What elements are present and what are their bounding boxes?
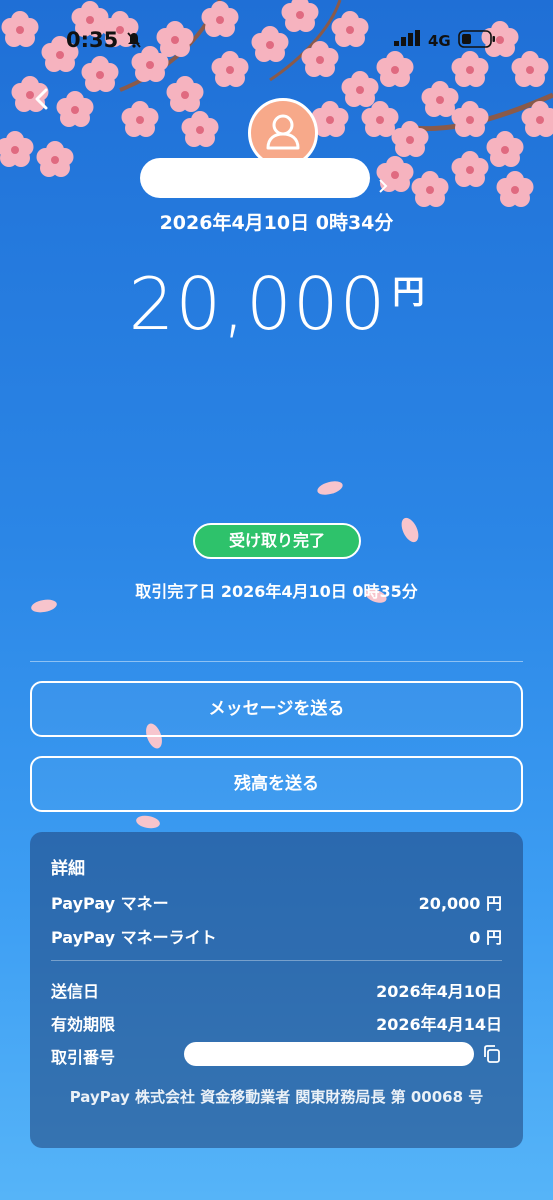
paypay-money-label: PayPay マネー: [51, 894, 169, 913]
paypay-money-lite-value: 0 円: [469, 928, 502, 947]
sent-date-label: 送信日: [51, 982, 100, 1001]
sent-date-row: 送信日 2026年4月10日: [51, 978, 502, 1001]
details-title: 詳細: [51, 859, 85, 879]
redacted-transaction-id: [184, 1042, 474, 1066]
avatar-person-icon: [266, 114, 300, 150]
back-chevron-icon[interactable]: [34, 88, 50, 110]
send-balance-button[interactable]: 残高を送る: [30, 756, 523, 812]
expiry-label: 有効期限: [51, 1015, 116, 1034]
send-message-button[interactable]: メッセージを送る: [30, 681, 523, 737]
divider: [30, 661, 523, 662]
paypay-money-value: 20,000 円: [418, 894, 502, 913]
details-card: 詳細 PayPay マネー 20,000 円 PayPay マネーライト 0 円…: [30, 832, 523, 1148]
paypay-money-lite-row: PayPay マネーライト 0 円: [51, 924, 502, 947]
copy-icon[interactable]: [482, 1044, 502, 1064]
transfer-datetime: 2026年4月10日 0時34分: [159, 212, 394, 234]
expiry-row: 有効期限 2026年4月14日: [51, 1011, 502, 1034]
battery-icon: [458, 30, 495, 48]
amount-currency: 円: [392, 273, 425, 311]
details-divider: [51, 960, 502, 961]
sent-date-value: 2026年4月10日: [376, 982, 502, 1001]
chevron-right-icon: [379, 179, 388, 193]
transaction-id-label: 取引番号: [51, 1048, 116, 1067]
signal-icon: [394, 30, 420, 46]
status-time: 0:35: [66, 28, 119, 52]
completed-date: 取引完了日 2026年4月10日 0時35分: [135, 582, 418, 601]
registration-text: PayPay 株式会社 資金移動業者 関東財務局長 第 00068 号: [69, 1088, 484, 1106]
bell-slash-icon: [127, 32, 141, 48]
status-badge: 受け取り完了: [193, 523, 361, 559]
network-type: 4G: [428, 32, 451, 50]
expiry-value: 2026年4月14日: [376, 1015, 502, 1034]
paypay-money-row: PayPay マネー 20,000 円: [51, 890, 502, 913]
paypay-money-lite-label: PayPay マネーライト: [51, 928, 217, 947]
redacted-name: [140, 158, 370, 198]
amount-row: 20,000 円: [0, 262, 553, 346]
amount-value: 20,000: [128, 262, 387, 346]
